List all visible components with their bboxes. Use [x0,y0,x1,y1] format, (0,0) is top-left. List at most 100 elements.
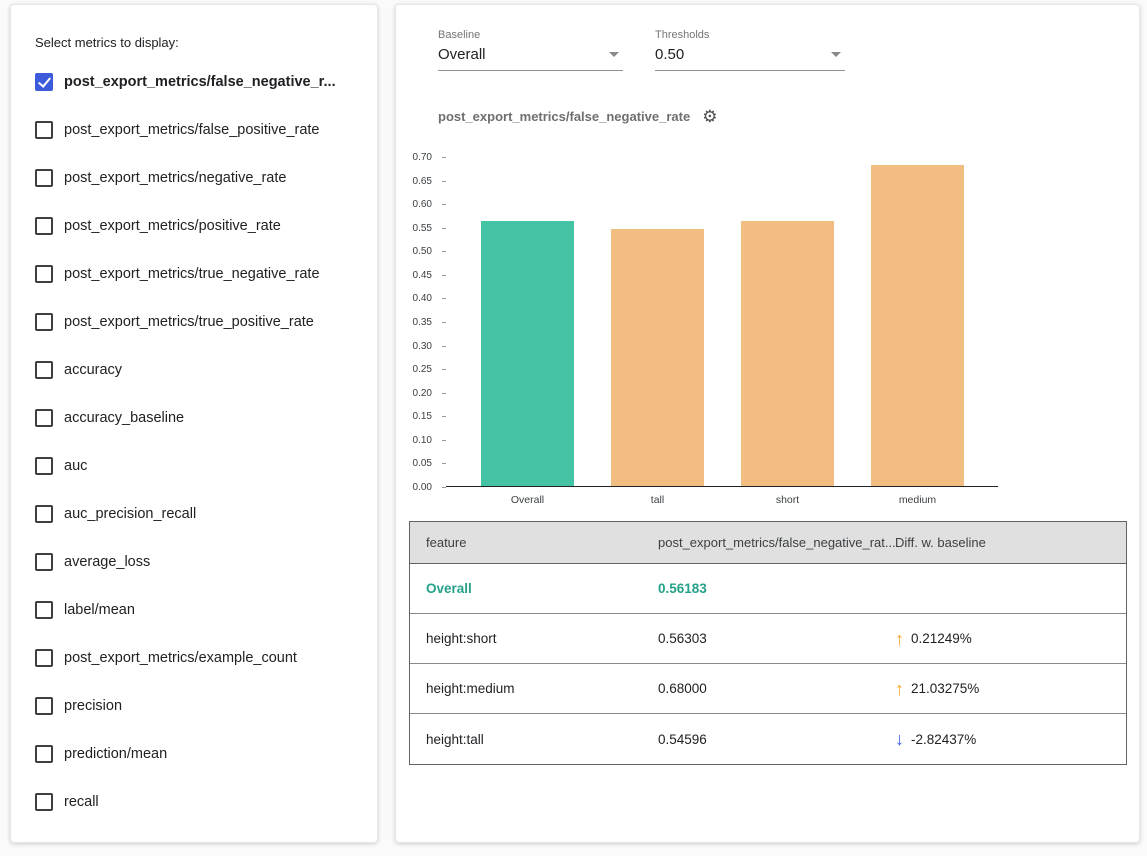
y-tick-label: 0.60 [413,199,432,210]
metric-list-item[interactable]: average_loss [11,538,377,586]
metric-list-item[interactable]: accuracy_baseline [11,394,377,442]
metric-list-item[interactable]: auc [11,442,377,490]
metric-label: post_export_metrics/true_negative_rate [64,266,320,282]
cell-value: 0.54596 [658,732,895,747]
table-row: Overall 0.56183 [410,564,1126,614]
chart-header: post_export_metrics/false_negative_rate … [438,108,717,125]
gear-icon[interactable]: ⚙ [702,108,717,125]
metric-list-item[interactable]: auc_precision_recall [11,490,377,538]
y-tick-mark [442,181,446,182]
metric-list-item[interactable]: post_export_metrics/true_positive_rate [11,298,377,346]
metric-list-item[interactable]: post_export_metrics/false_positive_rate [11,106,377,154]
table-header-row: feature post_export_metrics/false_negati… [410,522,1126,564]
table-row: height:medium 0.68000 ↑ 21.03275% [410,664,1126,714]
y-tick-label: 0.20 [413,388,432,399]
metric-checkbox[interactable] [35,505,53,523]
metric-label: post_export_metrics/positive_rate [64,218,281,234]
thresholds-dropdown-value-row[interactable]: 0.50 [655,46,845,71]
y-tick-mark [442,393,446,394]
bar-medium[interactable] [871,165,964,486]
y-tick-mark [442,369,446,370]
metric-list-item[interactable]: post_export_metrics/true_negative_rate [11,250,377,298]
y-tick-mark [442,463,446,464]
y-axis: 0.700.650.600.550.500.450.400.350.300.25… [396,157,436,487]
y-tick-mark [442,298,446,299]
metric-checkbox[interactable] [35,361,53,379]
metric-list-item[interactable]: post_export_metrics/example_count [11,634,377,682]
y-tick-label: 0.00 [413,482,432,493]
metric-checkbox[interactable] [35,409,53,427]
down-arrow-icon: ↓ [895,730,904,748]
metric-list-item[interactable]: post_export_metrics/negative_rate [11,154,377,202]
baseline-dropdown-value: Overall [438,46,486,63]
thresholds-dropdown[interactable]: Thresholds 0.50 [655,29,845,71]
metric-list-item[interactable]: post_export_metrics/false_negative_r... [11,58,377,106]
up-arrow-icon: ↑ [895,630,904,648]
baseline-dropdown-label: Baseline [438,29,623,41]
diff-text: -2.82437% [911,732,976,747]
y-tick-mark [442,346,446,347]
metric-list-item[interactable]: recall [11,778,377,826]
diff-text: 21.03275% [911,681,979,696]
y-tick-mark [442,440,446,441]
metric-checkbox[interactable] [35,793,53,811]
metric-checkbox[interactable] [35,601,53,619]
chevron-down-icon [831,52,841,57]
cell-feature: height:short [410,631,658,646]
metric-list-item[interactable]: precision [11,682,377,730]
y-tick-label: 0.35 [413,317,432,328]
y-tick-mark [442,251,446,252]
metric-checkbox[interactable] [35,121,53,139]
cell-diff: ↑ 0.21249% [895,630,1126,648]
metric-list-item[interactable]: post_export_metrics/positive_rate [11,202,377,250]
metric-checkbox[interactable] [35,73,53,91]
cell-diff: ↑ 21.03275% [895,680,1126,698]
bar-tall[interactable] [611,229,704,486]
metric-checkbox[interactable] [35,169,53,187]
metric-checkbox[interactable] [35,553,53,571]
metric-checkbox[interactable] [35,697,53,715]
up-arrow-icon: ↑ [895,680,904,698]
y-tick-label: 0.70 [413,152,432,163]
y-tick-label: 0.55 [413,223,432,234]
metric-label: post_export_metrics/false_positive_rate [64,122,320,138]
metrics-panel-title: Select metrics to display: [35,35,179,50]
metric-list-item[interactable]: prediction/mean [11,730,377,778]
baseline-dropdown[interactable]: Baseline Overall [438,29,623,71]
metric-checkbox[interactable] [35,745,53,763]
thresholds-dropdown-label: Thresholds [655,29,845,41]
metric-label: post_export_metrics/negative_rate [64,170,286,186]
y-tick-mark [442,322,446,323]
y-tick-label: 0.40 [413,293,432,304]
x-tick-label: short [741,494,834,506]
metric-label: label/mean [64,602,135,618]
cell-feature: height:medium [410,681,658,696]
x-axis: Overalltallshortmedium [446,494,998,508]
metric-checkbox[interactable] [35,265,53,283]
metric-checkbox[interactable] [35,313,53,331]
diff-text: 0.21249% [911,631,972,646]
metric-checkbox[interactable] [35,457,53,475]
y-tick-label: 0.30 [413,341,432,352]
metric-checkbox[interactable] [35,649,53,667]
col-header-metric: post_export_metrics/false_negative_rat..… [658,535,895,550]
metric-list-item[interactable]: accuracy [11,346,377,394]
table-row: height:tall 0.54596 ↓ -2.82437% [410,714,1126,764]
metric-label: average_loss [64,554,150,570]
metrics-table: feature post_export_metrics/false_negati… [409,521,1127,765]
bar-Overall[interactable] [481,221,574,486]
col-header-diff: Diff. w. baseline [895,535,1126,550]
metrics-list: post_export_metrics/false_negative_r... … [11,58,377,826]
metric-label: accuracy_baseline [64,410,184,426]
metric-label: post_export_metrics/true_positive_rate [64,314,314,330]
y-tick-label: 0.10 [413,435,432,446]
y-tick-label: 0.65 [413,176,432,187]
bar-short[interactable] [741,221,834,486]
y-tick-label: 0.25 [413,364,432,375]
baseline-dropdown-value-row[interactable]: Overall [438,46,623,71]
table-body: Overall 0.56183 height:short 0.56303 ↑ 0… [410,564,1126,764]
metric-list-item[interactable]: label/mean [11,586,377,634]
table-row: height:short 0.56303 ↑ 0.21249% [410,614,1126,664]
metric-checkbox[interactable] [35,217,53,235]
metric-label: accuracy [64,362,122,378]
